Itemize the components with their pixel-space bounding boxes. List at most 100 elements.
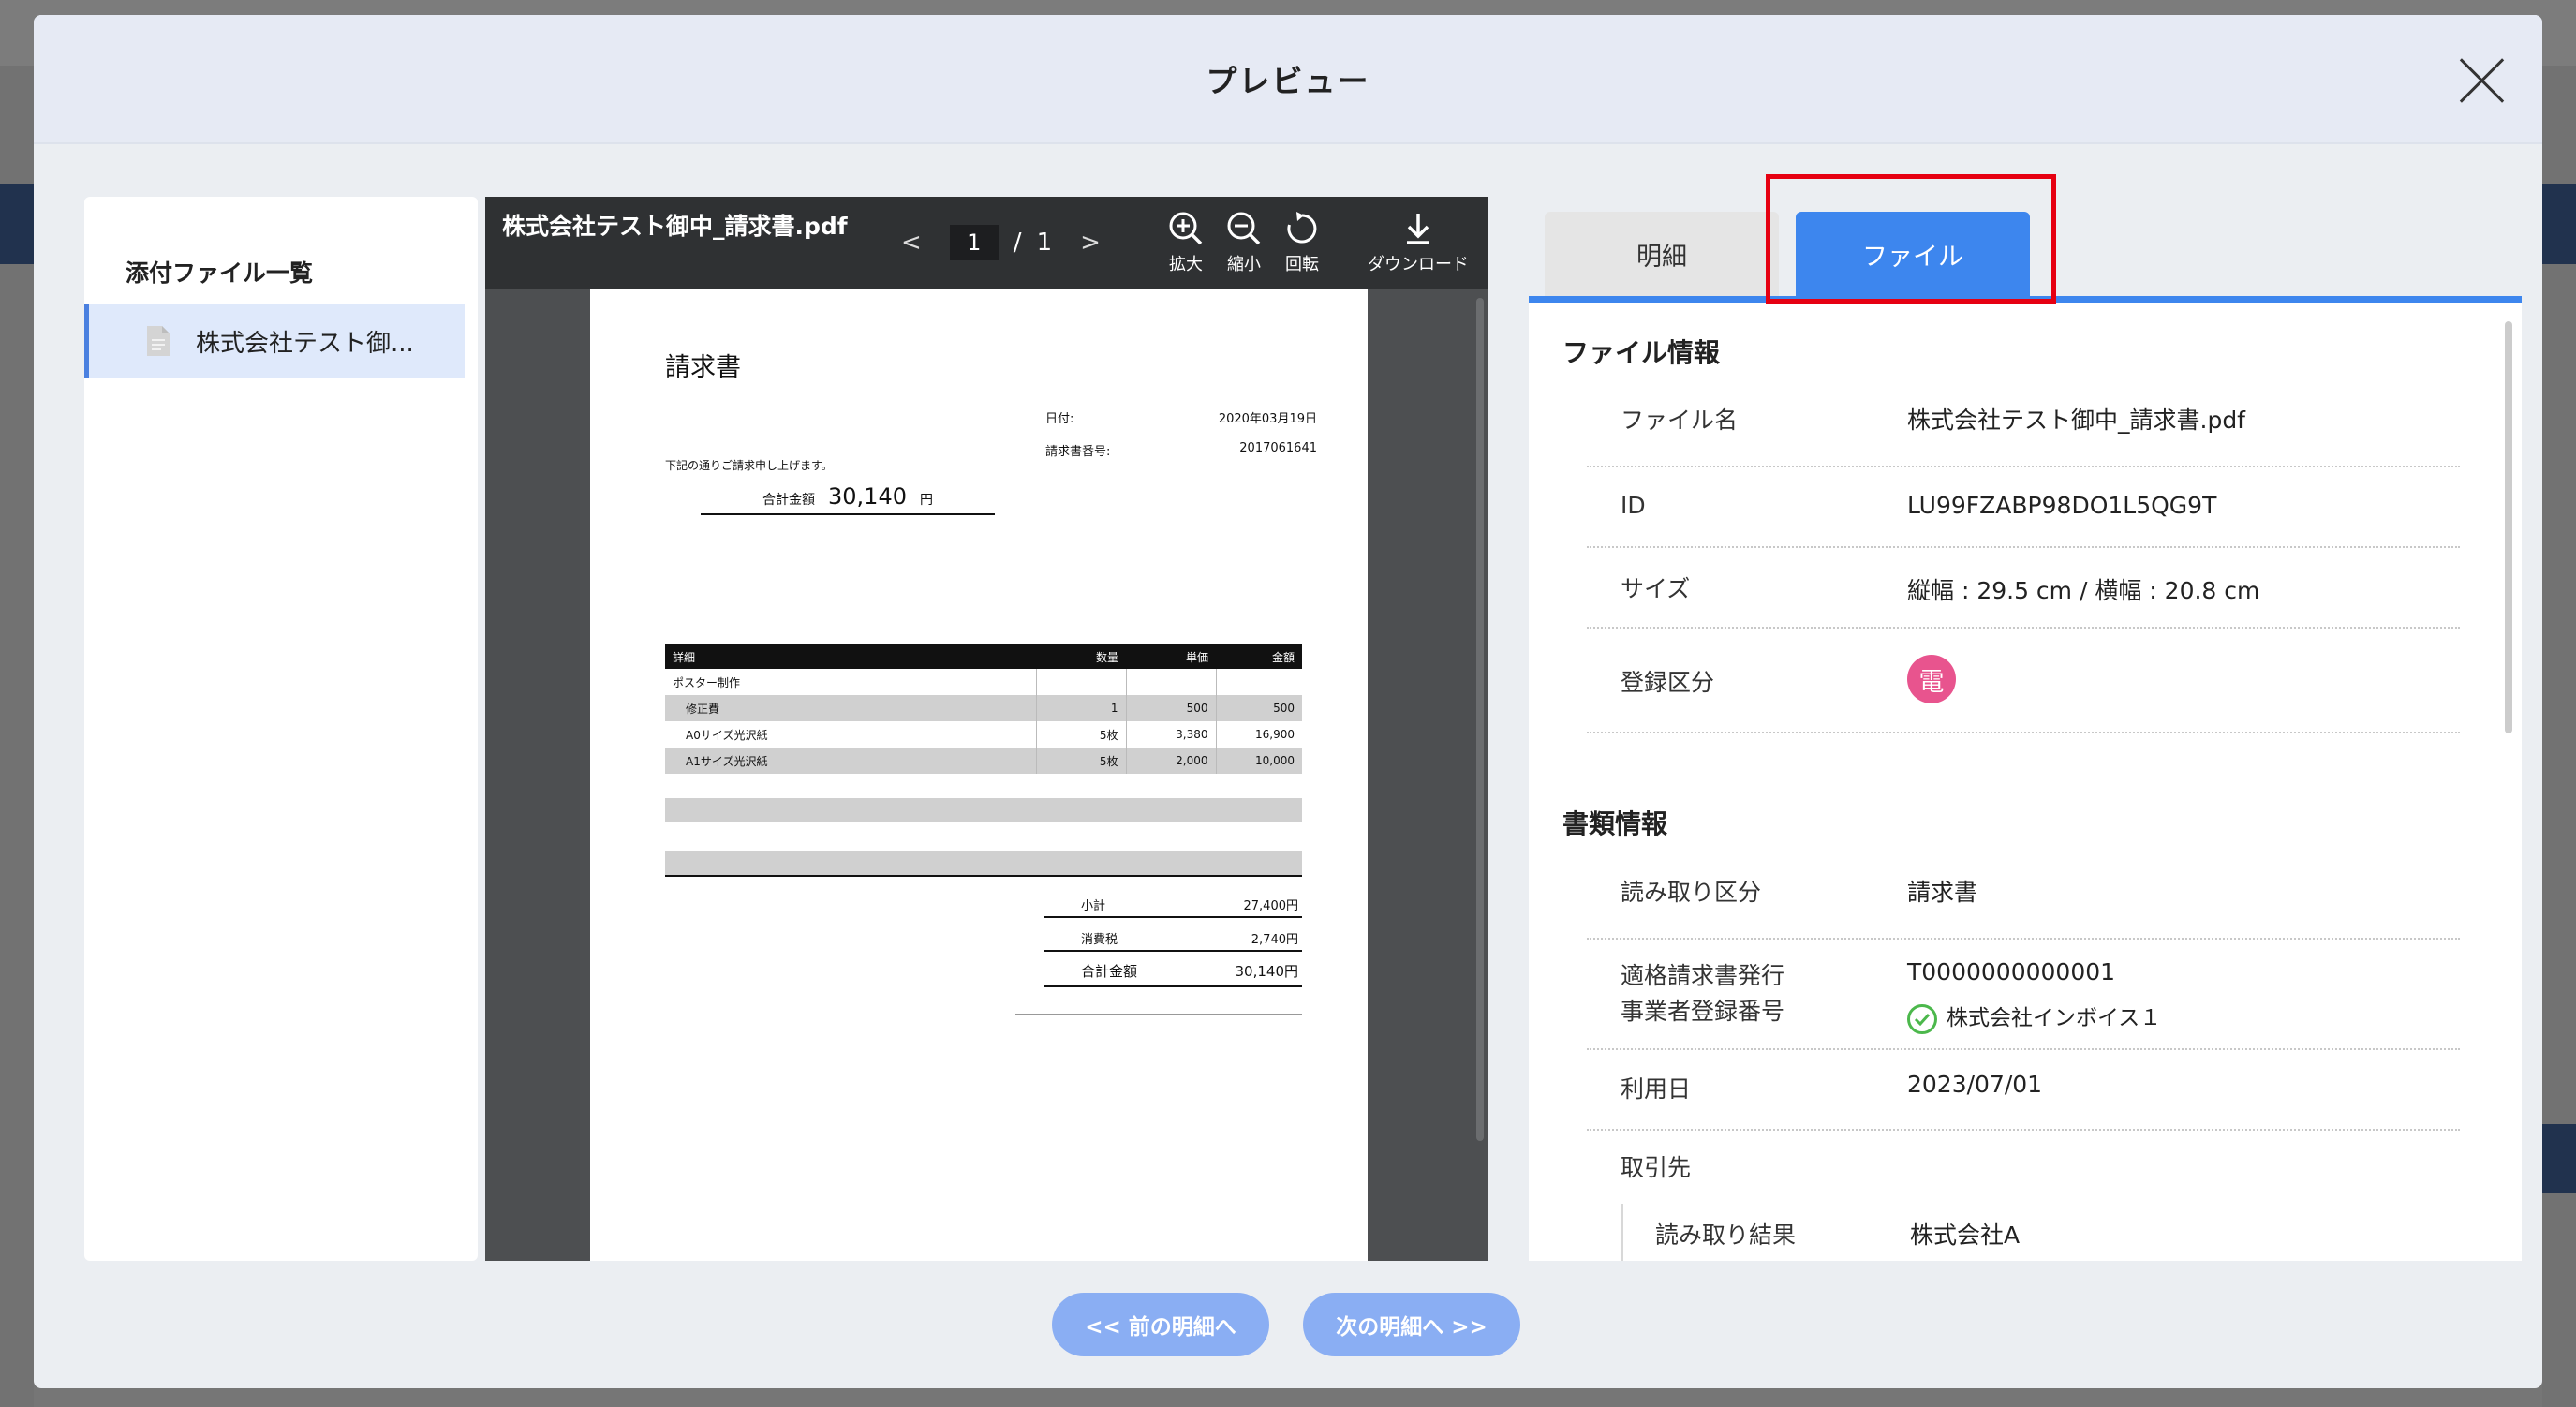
invoice-title: 請求書 <box>665 353 741 382</box>
file-name-value: 株式会社テスト御中_請求書.pdf <box>1907 407 2245 434</box>
invoice-row: 修正費 1 500 500 <box>665 695 1302 721</box>
attachment-list-title: 添付ファイル一覧 <box>126 259 314 287</box>
invoice-amount: 500 <box>1216 695 1302 721</box>
invoice-qty: 5枚 <box>1036 748 1127 774</box>
invoice-registration-row: 適格請求書発行 事業者登録番号 T0000000000001 株式会社インボイス… <box>1587 940 2460 1050</box>
read-type-row: 読み取り区分 請求書 <box>1587 861 2460 940</box>
zoom-in-label: 拡大 <box>1169 255 1203 274</box>
invoice-header-qty: 数量 <box>1036 644 1126 669</box>
download-label: ダウンロード <box>1368 255 1469 274</box>
read-type-label: 読み取り区分 <box>1621 879 1762 906</box>
invoice-table-bottom-line <box>665 875 1302 877</box>
invoice-date-label: 日付: <box>1045 412 1074 426</box>
viewer-scrollbar[interactable] <box>1476 298 1484 1141</box>
next-detail-button[interactable]: 次の明細へ >> <box>1303 1293 1520 1356</box>
viewer-toolbar: 株式会社テスト御中_請求書.pdf < 1 / 1 > 拡大 縮小 回転 ダウン… <box>485 197 1488 289</box>
download-button[interactable]: ダウンロード <box>1368 210 1469 275</box>
invoice-total-amount: 30,140 <box>828 483 907 510</box>
zoom-in-icon <box>1169 212 1203 245</box>
download-icon <box>1407 214 1429 244</box>
invoice-registration-label-2: 事業者登録番号 <box>1621 998 1785 1025</box>
document-icon <box>147 326 170 356</box>
page-separator: / <box>1013 229 1022 257</box>
invoice-qty: 5枚 <box>1036 721 1127 748</box>
rotate-button[interactable]: 回転 <box>1283 210 1321 275</box>
file-id-value: LU99FZABP98DO1L5QG9T <box>1907 492 2217 519</box>
zoom-in-button[interactable]: 拡大 <box>1167 210 1205 275</box>
next-page-button[interactable]: > <box>1067 229 1114 257</box>
pdf-page-area[interactable]: 請求書 日付: 2020年03月19日 請求書番号: 2017061641 下記… <box>485 289 1488 1261</box>
invoice-subtotal-label: 小計 <box>1081 899 1106 913</box>
page-number-input[interactable]: 1 <box>949 225 999 260</box>
invoice-group-label: ポスター制作 <box>665 669 1037 695</box>
zoom-out-icon <box>1227 212 1261 245</box>
invoice-total: 合計金額 30,140 円 <box>701 483 995 515</box>
prev-page-button[interactable]: < <box>888 229 935 257</box>
invoice-unit-price: 500 <box>1126 695 1217 721</box>
invoice-footer-line <box>1015 1014 1302 1015</box>
invoice-amount: 16,900 <box>1255 728 1295 741</box>
read-result-value: 株式会社A <box>1910 1222 2021 1249</box>
read-type-value: 請求書 <box>1907 879 1978 906</box>
invoice-subtotal-value: 27,400円 <box>1243 899 1299 913</box>
invoice-grand-total: 合計金額 30,140円 <box>1044 961 1302 981</box>
invoice-registration-company-wrap: 株式会社インボイス１ <box>1907 1000 2161 1034</box>
file-size-label: サイズ <box>1621 575 1691 602</box>
invoice-tax-value: 2,740円 <box>1251 933 1298 947</box>
invoice-qty: 1 <box>1036 695 1127 721</box>
verified-check-icon <box>1907 1003 1937 1034</box>
file-size-row: サイズ 縦幅 : 29.5 cm / 横幅 : 20.8 cm <box>1587 548 2460 629</box>
pdf-page: 請求書 日付: 2020年03月19日 請求書番号: 2017061641 下記… <box>590 289 1368 1261</box>
file-tab-highlight-box <box>1766 174 2056 304</box>
file-info-panel: ファイル情報 ファイル名 株式会社テスト御中_請求書.pdf ID LU99FZ… <box>1529 296 2522 1261</box>
use-date-value: 2023/07/01 <box>1907 1071 2043 1098</box>
info-panel-scrollbar[interactable] <box>2505 321 2512 733</box>
invoice-item: A1サイズ光沢紙 <box>665 748 1037 774</box>
invoice-header-unit-price: 単価 <box>1126 644 1216 669</box>
preview-modal: プレビュー 添付ファイル一覧 株式会社テスト御... 株式会社テスト御中_請求書… <box>34 15 2542 1388</box>
invoice-registration-label-wrap: 適格請求書発行 事業者登録番号 <box>1621 958 1784 1029</box>
zoom-out-button[interactable]: 縮小 <box>1225 210 1263 275</box>
invoice-amount: 10,000 <box>1216 748 1302 774</box>
pdf-viewer: 株式会社テスト御中_請求書.pdf < 1 / 1 > 拡大 縮小 回転 ダウン… <box>485 197 1488 1261</box>
zoom-out-label: 縮小 <box>1227 255 1261 274</box>
invoice-subtotal-line <box>1044 916 1302 918</box>
file-size-value: 縦幅 : 29.5 cm / 横幅 : 20.8 cm <box>1907 577 2260 604</box>
file-info-title: ファイル情報 <box>1562 337 1721 368</box>
read-result-label: 読み取り結果 <box>1655 1222 1797 1249</box>
partner-read-result-block: 読み取り結果 株式会社A <box>1621 1204 2460 1261</box>
viewer-filename: 株式会社テスト御中_請求書.pdf <box>502 213 848 240</box>
invoice-blank-row <box>665 798 1302 822</box>
invoice-total-label: 合計金額 <box>762 493 815 508</box>
modal-title: プレビュー <box>1206 63 1370 99</box>
invoice-group-row: ポスター制作 <box>665 669 1302 695</box>
previous-detail-button[interactable]: << 前の明細へ <box>1052 1293 1269 1356</box>
registration-type-label: 登録区分 <box>1621 669 1715 696</box>
invoice-blank-row <box>665 851 1302 875</box>
invoice-registration-value: T0000000000001 <box>1907 958 2116 985</box>
invoice-tax-label: 消費税 <box>1081 933 1118 947</box>
partner-label: 取引先 <box>1621 1154 1692 1181</box>
invoice-item: 修正費 <box>665 695 1037 721</box>
invoice-number-value: 2017061641 <box>1239 441 1317 455</box>
invoice-unit-price: 2,000 <box>1126 748 1217 774</box>
invoice-grand-line <box>1044 985 1302 987</box>
close-button[interactable] <box>2456 54 2509 107</box>
invoice-header-amount: 金額 <box>1216 644 1302 669</box>
rotate-label: 回転 <box>1285 255 1319 274</box>
rotate-icon <box>1287 212 1317 244</box>
tab-detail[interactable]: 明細 <box>1545 212 1779 296</box>
attachment-item[interactable]: 株式会社テスト御... <box>84 304 465 378</box>
invoice-total-unit: 円 <box>919 493 933 508</box>
invoice-item: A0サイズ光沢紙 <box>665 721 1037 748</box>
invoice-unit-price: 3,380 <box>1126 721 1217 748</box>
invoice-grand-value: 30,140円 <box>1235 963 1299 980</box>
invoice-greeting: 下記の通りご請求申し上げます。 <box>665 459 833 472</box>
invoice-header-detail: 詳細 <box>665 644 1036 669</box>
electronic-badge: 電 <box>1907 655 1956 704</box>
file-id-label: ID <box>1621 492 1646 519</box>
invoice-meta: 日付: 2020年03月19日 請求書番号: 2017061641 <box>1045 408 1317 474</box>
invoice-row: A1サイズ光沢紙 5枚 2,000 10,000 <box>665 748 1302 774</box>
attachment-list-panel: 添付ファイル一覧 株式会社テスト御... <box>84 197 478 1261</box>
page-navigator: < 1 / 1 > <box>888 225 1114 260</box>
